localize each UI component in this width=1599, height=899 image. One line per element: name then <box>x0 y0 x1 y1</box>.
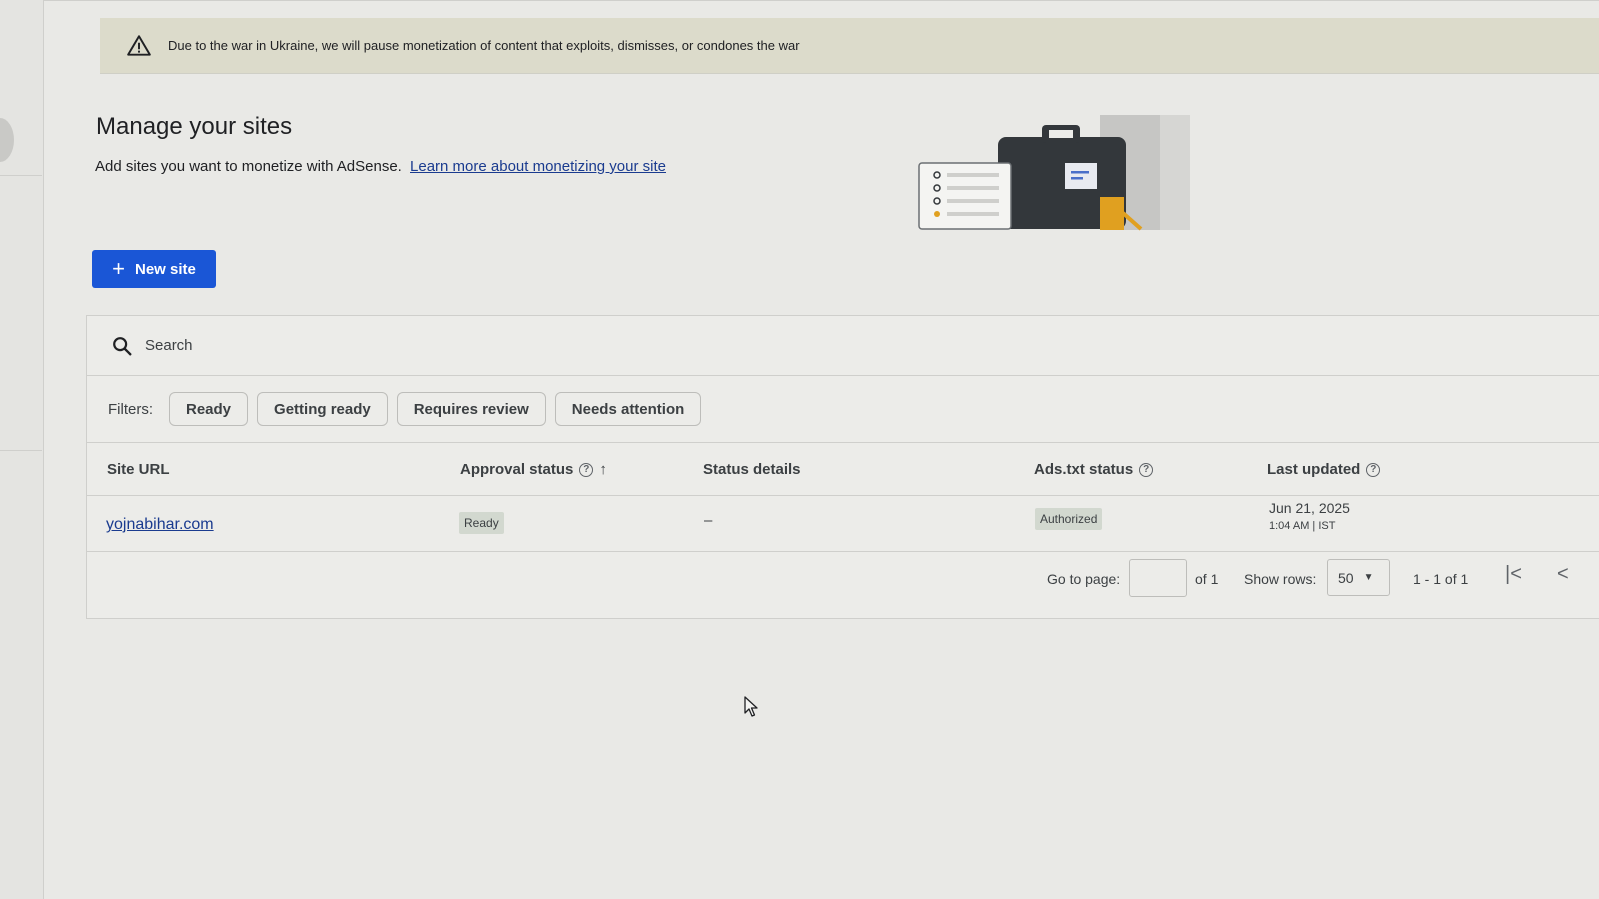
plus-icon: + <box>112 256 125 281</box>
last-updated-time: 1:04 AM | IST <box>1269 520 1336 532</box>
status-details-value: – <box>704 512 713 529</box>
rows-per-page-value: 50 <box>1338 569 1354 586</box>
filter-chip-getting-ready[interactable]: Getting ready <box>257 392 388 426</box>
caret-down-icon: ▼ <box>1363 572 1374 583</box>
filter-chip-needs-attention[interactable]: Needs attention <box>554 392 702 426</box>
filters-label: Filters: <box>108 400 153 418</box>
new-site-button[interactable]: + New site <box>92 250 216 288</box>
column-header-approval-status[interactable]: Approval status ? ↑ <box>460 461 607 478</box>
new-site-label: New site <box>135 260 196 278</box>
show-rows-label: Show rows: <box>1244 571 1317 587</box>
column-label: Last updated <box>1267 461 1361 478</box>
previous-page-icon[interactable]: < <box>1557 563 1569 586</box>
rows-per-page-select[interactable]: 50 ▼ <box>1327 559 1390 596</box>
sites-illustration <box>918 115 1190 231</box>
top-divider <box>44 0 1599 1</box>
table-header: Site URL Approval status ? ↑ Status deta… <box>87 443 1599 496</box>
table-row: yojnabihar.com Ready – Authorized Jun 21… <box>87 496 1599 552</box>
mouse-cursor-icon <box>744 696 758 717</box>
sort-arrow-up-icon[interactable]: ↑ <box>599 461 607 478</box>
filters-bar: Filters: Ready Getting ready Requires re… <box>87 376 1599 443</box>
subtitle-text: Add sites you want to monetize with AdSe… <box>95 158 402 175</box>
sites-table-card: Filters: Ready Getting ready Requires re… <box>86 315 1599 619</box>
filter-chip-ready[interactable]: Ready <box>169 392 249 426</box>
filter-chip-requires-review[interactable]: Requires review <box>396 392 546 426</box>
column-header-site-url[interactable]: Site URL <box>107 461 170 478</box>
last-updated-date: Jun 21, 2025 <box>1269 500 1350 516</box>
page-subtitle: Add sites you want to monetize with AdSe… <box>95 158 666 175</box>
help-icon[interactable]: ? <box>579 462 594 477</box>
rail-divider <box>0 450 42 451</box>
help-icon[interactable]: ? <box>1139 462 1154 477</box>
banner-text: Due to the war in Ukraine, we will pause… <box>168 38 800 53</box>
column-header-status-details: Status details <box>703 461 801 478</box>
page-title: Manage your sites <box>96 113 293 140</box>
go-to-page-input[interactable] <box>1129 559 1187 597</box>
pagination-range: 1 - 1 of 1 <box>1413 571 1469 587</box>
column-label: Approval status <box>460 461 574 478</box>
column-header-last-updated[interactable]: Last updated ? <box>1267 461 1381 478</box>
left-nav-rail <box>0 0 44 899</box>
rail-indicator[interactable] <box>0 118 14 162</box>
site-url-link[interactable]: yojnabihar.com <box>106 516 214 533</box>
column-header-ads-txt-status[interactable]: Ads.txt status ? <box>1034 461 1154 478</box>
search-input[interactable] <box>145 337 645 354</box>
go-to-page-label: Go to page: <box>1047 571 1121 587</box>
page-count-text: of 1 <box>1195 571 1219 587</box>
column-label: Site URL <box>107 461 170 478</box>
approval-status-badge: Ready <box>459 512 504 534</box>
learn-more-link[interactable]: Learn more about monetizing your site <box>410 158 666 175</box>
column-label: Ads.txt status <box>1034 461 1134 478</box>
column-label: Status details <box>703 461 801 478</box>
warning-icon <box>127 34 151 56</box>
help-icon[interactable]: ? <box>1366 462 1381 477</box>
search-icon <box>113 336 132 355</box>
pagination-bar: Go to page: of 1 Show rows: 50 ▼ 1 - 1 o… <box>87 553 1599 603</box>
search-bar <box>87 316 1599 376</box>
rail-divider <box>0 175 42 176</box>
first-page-icon[interactable]: |< <box>1505 563 1522 586</box>
war-notice-banner: Due to the war in Ukraine, we will pause… <box>100 18 1599 74</box>
ads-txt-status-badge: Authorized <box>1035 508 1103 530</box>
